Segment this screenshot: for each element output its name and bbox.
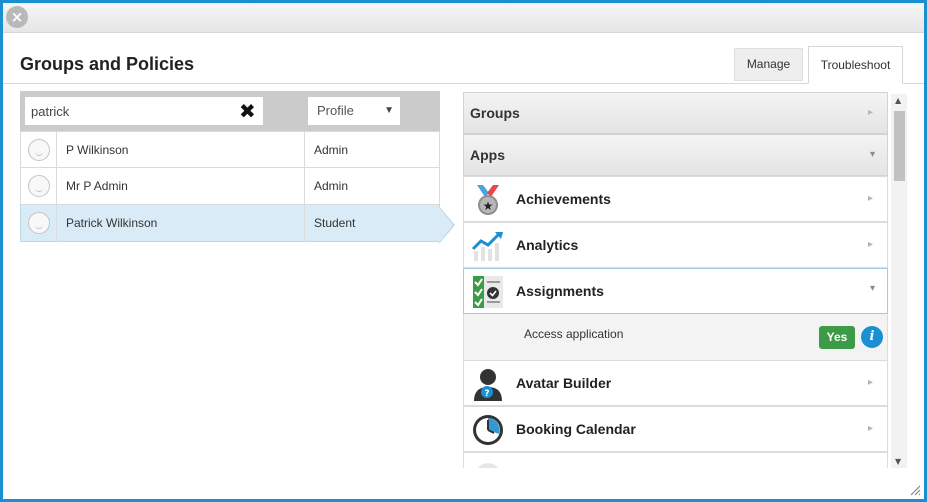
apps-section-label: Apps [470,147,505,163]
policies-panel: Groups ▸ Apps ▾ ★ Achievements ▸ Analyti… [463,92,907,468]
user-role: Student [314,216,356,230]
user-face-icon [28,175,50,197]
app-name: Achievements [516,191,611,207]
app-name: Booking Calendar [516,421,636,437]
svg-text:★: ★ [483,199,494,213]
app-name: Assignments [516,283,604,299]
app-name: Avatar Builder [516,375,612,391]
chevron-right-icon: ▸ [867,423,873,434]
title-bar: × [3,3,924,33]
app-row-assignments[interactable]: Assignments ▾ [463,268,888,314]
groups-section-label: Groups [470,105,520,121]
user-role: Admin [314,143,349,157]
scroll-thumb[interactable] [894,111,905,181]
resize-grip-icon[interactable] [909,484,921,496]
app-row-achievements[interactable]: ★ Achievements ▸ [463,176,888,222]
profile-filter-select[interactable]: Profile ▼ [308,97,400,125]
dialog-window: × Groups and Policies Manage Troubleshoo… [0,0,927,502]
policies-scrollbar[interactable]: ▲ ▼ [891,94,907,468]
chevron-down-icon: ▾ [869,283,875,294]
avatar [21,205,57,241]
user-role-cell: Student [304,205,441,241]
clock-icon [473,415,503,445]
dialog-header: Groups and Policies Manage Troubleshoot [3,34,924,84]
user-search-input[interactable] [25,97,263,125]
user-face-icon [28,139,50,161]
tab-troubleshoot[interactable]: Troubleshoot [808,46,903,84]
user-search-bar: ✖ Profile ▼ [20,91,440,131]
user-row[interactable]: Mr P Admin Admin [20,168,440,205]
user-row-selected[interactable]: Patrick Wilkinson Student [20,205,440,242]
policy-row-access-application: Access application Yes i [463,314,888,360]
chevron-right-icon: ▸ [867,239,873,250]
user-name: Mr P Admin [66,179,128,193]
app-row-booking-calendar[interactable]: Booking Calendar ▸ [463,406,888,452]
user-role: Admin [314,179,349,193]
scroll-up-icon[interactable]: ▲ [895,96,901,105]
caret-down-icon: ▼ [384,105,394,116]
chevron-down-icon: ▾ [869,149,875,160]
user-name: P Wilkinson [66,143,129,157]
chevron-right-icon: ▸ [867,193,873,204]
apps-section-header[interactable]: Apps ▾ [463,134,888,176]
partial-app-icon [477,463,499,468]
avatar [21,132,57,167]
tab-manage[interactable]: Manage [734,48,803,81]
page-title: Groups and Policies [20,54,195,74]
chart-icon [471,232,503,261]
medal-icon: ★ [477,185,499,215]
user-name: Patrick Wilkinson [66,216,158,230]
scroll-down-icon[interactable]: ▼ [895,457,901,466]
svg-text:?: ? [484,389,489,399]
profile-filter-label: Profile [317,103,354,118]
groups-section-header[interactable]: Groups ▸ [463,92,888,134]
policy-label: Access application [524,327,624,341]
user-role-cell: Admin [304,168,441,204]
clear-search-icon[interactable]: ✖ [239,100,256,122]
app-name: Analytics [516,237,579,253]
user-face-icon [28,212,50,234]
chevron-right-icon: ▸ [867,107,873,118]
policy-yes-button[interactable]: Yes [819,326,855,349]
info-icon[interactable]: i [861,326,883,348]
avatar-person-icon: ? [474,369,502,401]
avatar [21,168,57,204]
checklist-icon [473,276,503,308]
user-role-cell: Admin [304,132,441,167]
user-row[interactable]: P Wilkinson Admin [20,131,440,168]
chevron-right-icon: ▸ [867,377,873,388]
app-row-analytics[interactable]: Analytics ▸ [463,222,888,268]
app-row-avatar-builder[interactable]: ? Avatar Builder ▸ [463,360,888,406]
close-button[interactable]: × [6,6,28,28]
selection-pointer-fill [439,207,453,243]
app-row-partial[interactable] [463,452,888,468]
